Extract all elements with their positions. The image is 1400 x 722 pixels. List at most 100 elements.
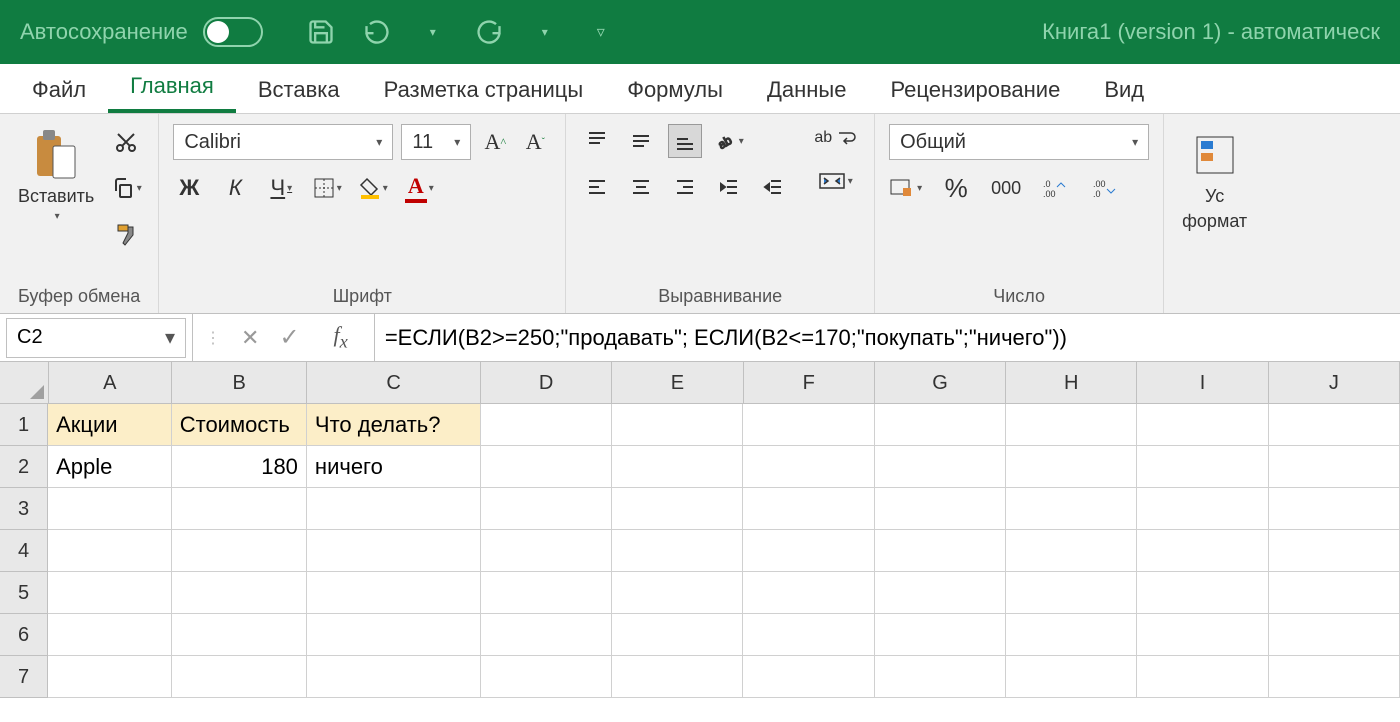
- font-size-combo[interactable]: 11▾: [401, 124, 471, 160]
- paste-button[interactable]: Вставить ▾: [14, 124, 98, 226]
- undo-icon[interactable]: [361, 16, 393, 48]
- percent-format-icon[interactable]: %: [940, 172, 972, 204]
- row-header-1[interactable]: 1: [0, 404, 48, 446]
- cell-E6[interactable]: [612, 614, 743, 656]
- tab-home[interactable]: Главная: [108, 63, 236, 113]
- col-header-D[interactable]: D: [481, 362, 612, 404]
- col-header-B[interactable]: B: [172, 362, 307, 404]
- cell-B5[interactable]: [172, 572, 307, 614]
- cell-G5[interactable]: [875, 572, 1006, 614]
- align-middle-icon[interactable]: [624, 124, 658, 158]
- cell-D4[interactable]: [481, 530, 612, 572]
- cell-B7[interactable]: [172, 656, 307, 698]
- align-left-icon[interactable]: [580, 170, 614, 204]
- cell-B6[interactable]: [172, 614, 307, 656]
- orientation-icon[interactable]: ab▾: [712, 124, 746, 158]
- tab-review[interactable]: Рецензирование: [868, 67, 1082, 113]
- increase-decimal-icon[interactable]: .0.00: [1040, 172, 1072, 204]
- increase-indent-icon[interactable]: [756, 170, 790, 204]
- cell-B4[interactable]: [172, 530, 307, 572]
- cell-J7[interactable]: [1269, 656, 1400, 698]
- cut-icon[interactable]: [108, 124, 144, 160]
- cell-F7[interactable]: [743, 656, 874, 698]
- cell-F1[interactable]: [743, 404, 874, 446]
- font-color-icon[interactable]: А▾: [403, 172, 435, 204]
- cell-A4[interactable]: [48, 530, 172, 572]
- font-name-combo[interactable]: Calibri▾: [173, 124, 393, 160]
- cell-H4[interactable]: [1006, 530, 1137, 572]
- tab-view[interactable]: Вид: [1082, 67, 1166, 113]
- enter-formula-icon[interactable]: ✓: [279, 323, 299, 352]
- cell-C6[interactable]: [307, 614, 481, 656]
- tab-insert[interactable]: Вставка: [236, 67, 362, 113]
- cancel-formula-icon[interactable]: ✕: [241, 325, 259, 351]
- cell-I4[interactable]: [1137, 530, 1268, 572]
- row-header-7[interactable]: 7: [0, 656, 48, 698]
- decrease-indent-icon[interactable]: [712, 170, 746, 204]
- merge-center-button[interactable]: ▾: [810, 164, 860, 198]
- decrease-font-icon[interactable]: Aˇ: [519, 126, 551, 158]
- row-header-3[interactable]: 3: [0, 488, 48, 530]
- number-format-combo[interactable]: Общий▾: [889, 124, 1149, 160]
- tab-page-layout[interactable]: Разметка страницы: [362, 67, 606, 113]
- cell-H7[interactable]: [1006, 656, 1137, 698]
- cell-H1[interactable]: [1006, 404, 1137, 446]
- cell-J6[interactable]: [1269, 614, 1400, 656]
- undo-dropdown-icon[interactable]: ▾: [417, 16, 449, 48]
- cell-E5[interactable]: [612, 572, 743, 614]
- comma-format-icon[interactable]: 000: [990, 172, 1022, 204]
- col-header-F[interactable]: F: [744, 362, 875, 404]
- cell-C4[interactable]: [307, 530, 481, 572]
- tab-formulas[interactable]: Формулы: [605, 67, 745, 113]
- cell-A1[interactable]: Акции: [48, 404, 172, 446]
- cell-J5[interactable]: [1269, 572, 1400, 614]
- redo-icon[interactable]: [473, 16, 505, 48]
- cell-E1[interactable]: [612, 404, 743, 446]
- cell-D7[interactable]: [481, 656, 612, 698]
- cell-F6[interactable]: [743, 614, 874, 656]
- fx-icon[interactable]: fx: [320, 322, 362, 352]
- qat-customize-icon[interactable]: ▿: [585, 16, 617, 48]
- conditional-formatting-button[interactable]: Ус формат: [1178, 124, 1251, 236]
- cell-H6[interactable]: [1006, 614, 1137, 656]
- cell-E4[interactable]: [612, 530, 743, 572]
- align-right-icon[interactable]: [668, 170, 702, 204]
- cell-I6[interactable]: [1137, 614, 1268, 656]
- format-painter-icon[interactable]: [108, 216, 144, 252]
- bold-button[interactable]: Ж: [173, 172, 205, 204]
- cell-G1[interactable]: [875, 404, 1006, 446]
- cell-I1[interactable]: [1137, 404, 1268, 446]
- cell-F4[interactable]: [743, 530, 874, 572]
- col-header-E[interactable]: E: [612, 362, 743, 404]
- fill-color-icon[interactable]: ▾: [357, 172, 389, 204]
- cell-F5[interactable]: [743, 572, 874, 614]
- col-header-I[interactable]: I: [1137, 362, 1268, 404]
- autosave-toggle[interactable]: [203, 17, 263, 47]
- cell-B2[interactable]: 180: [172, 446, 307, 488]
- cell-E2[interactable]: [612, 446, 743, 488]
- tab-data[interactable]: Данные: [745, 67, 868, 113]
- tab-file[interactable]: Файл: [10, 67, 108, 113]
- cell-H3[interactable]: [1006, 488, 1137, 530]
- col-header-J[interactable]: J: [1269, 362, 1400, 404]
- cell-C1[interactable]: Что делать?: [307, 404, 481, 446]
- cell-E3[interactable]: [612, 488, 743, 530]
- align-top-icon[interactable]: [580, 124, 614, 158]
- cell-E7[interactable]: [612, 656, 743, 698]
- cell-C2[interactable]: ничего: [307, 446, 481, 488]
- cell-B1[interactable]: Стоимость: [172, 404, 307, 446]
- cell-D5[interactable]: [481, 572, 612, 614]
- row-header-6[interactable]: 6: [0, 614, 48, 656]
- cell-F3[interactable]: [743, 488, 874, 530]
- cell-G6[interactable]: [875, 614, 1006, 656]
- row-header-4[interactable]: 4: [0, 530, 48, 572]
- cell-H5[interactable]: [1006, 572, 1137, 614]
- cell-A3[interactable]: [48, 488, 172, 530]
- underline-button[interactable]: Ч▾: [265, 172, 297, 204]
- cell-D1[interactable]: [481, 404, 612, 446]
- wrap-text-button[interactable]: ab: [810, 124, 860, 152]
- cell-A2[interactable]: Apple: [48, 446, 172, 488]
- cell-I7[interactable]: [1137, 656, 1268, 698]
- cell-A5[interactable]: [48, 572, 172, 614]
- col-header-H[interactable]: H: [1006, 362, 1137, 404]
